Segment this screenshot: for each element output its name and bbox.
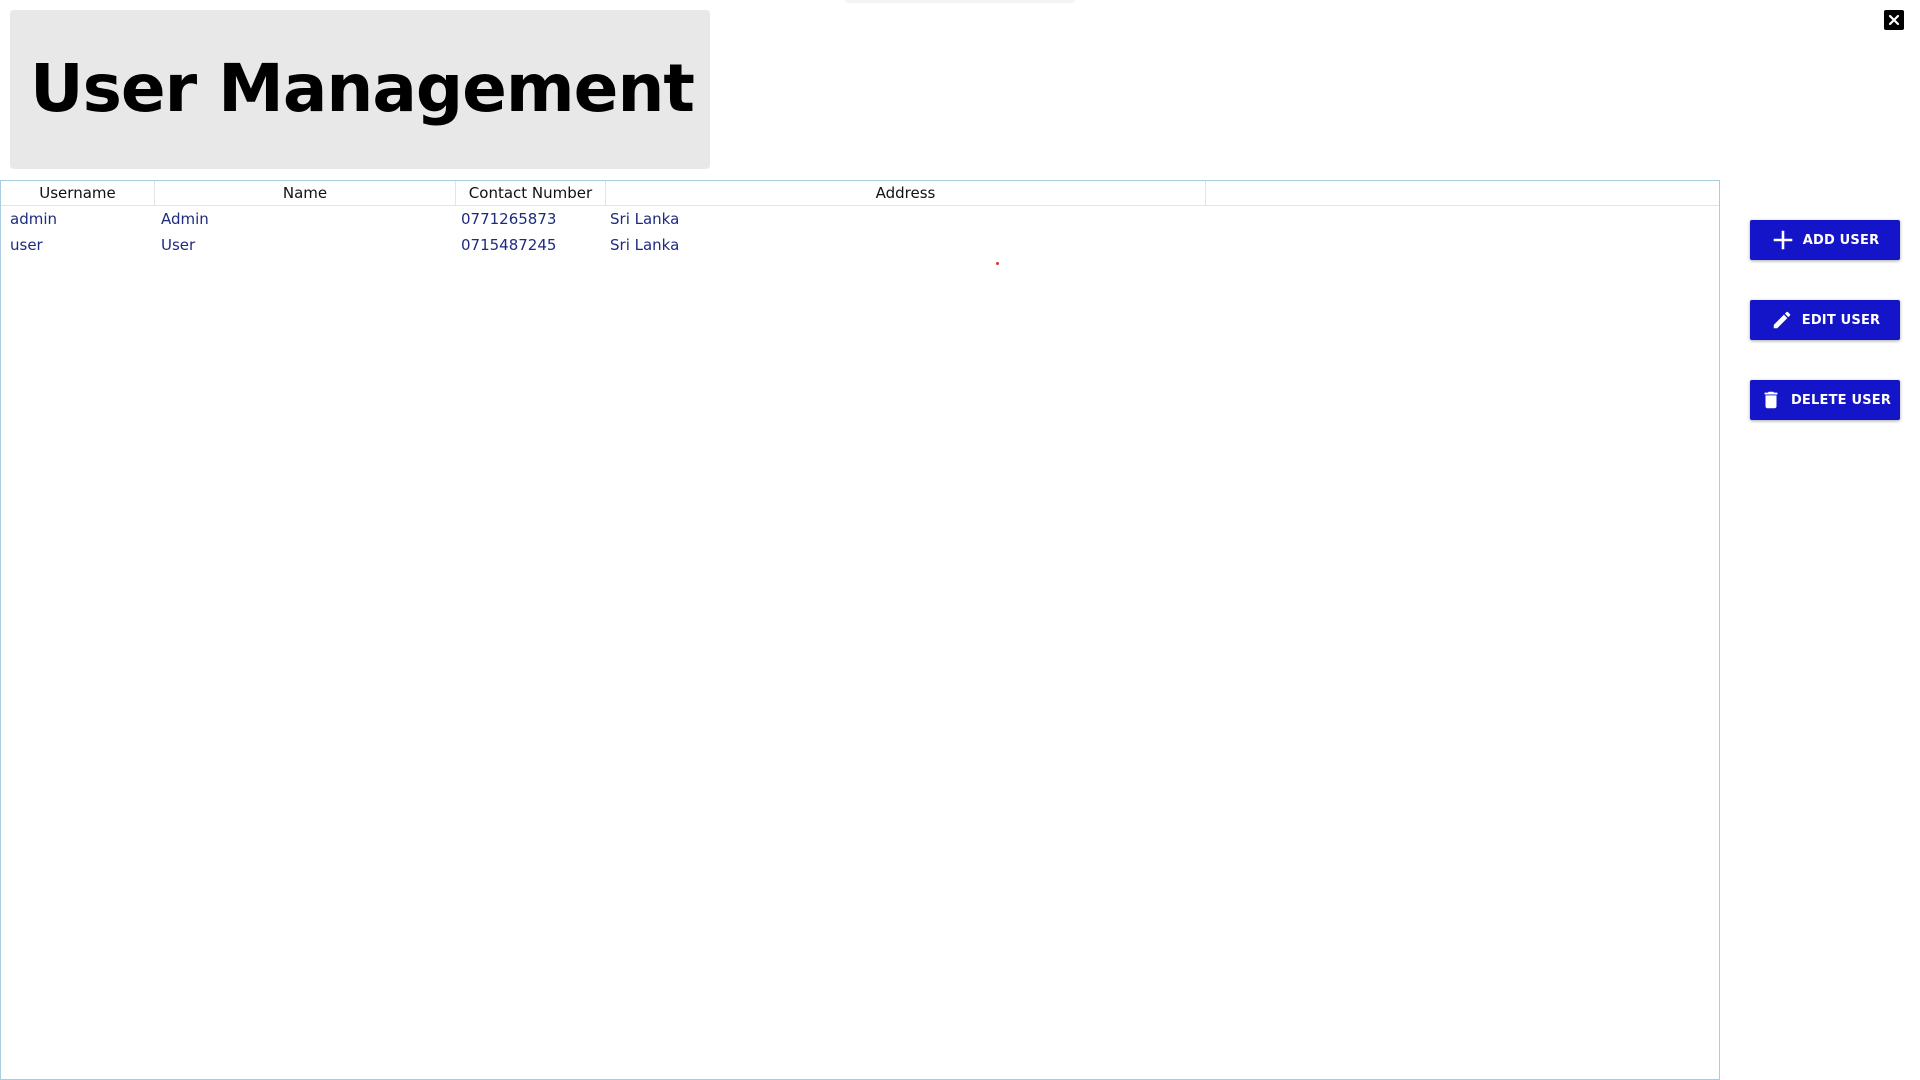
close-icon — [1888, 14, 1900, 26]
column-header-contact-number[interactable]: Contact Number — [456, 181, 606, 205]
cursor-dot — [996, 262, 999, 265]
table-header: Username Name Contact Number Address — [1, 181, 1719, 206]
cell-username: admin — [10, 210, 57, 228]
cell-name: Admin — [161, 210, 209, 228]
top-edge-handle — [845, 0, 1075, 3]
cell-username: user — [10, 236, 43, 254]
delete-user-label: DELETE USER — [1790, 392, 1892, 408]
page-title: User Management — [30, 50, 695, 127]
add-user-label: ADD USER — [1802, 232, 1880, 248]
edit-user-button[interactable]: EDIT USER — [1750, 300, 1900, 340]
trash-icon — [1759, 388, 1783, 412]
cell-name: User — [161, 236, 196, 254]
plus-icon — [1771, 228, 1795, 252]
column-header-username[interactable]: Username — [1, 181, 155, 205]
delete-user-button[interactable]: DELETE USER — [1750, 380, 1900, 420]
cell-contact-number: 0715487245 — [461, 236, 557, 254]
column-header-address[interactable]: Address — [606, 181, 1206, 205]
cell-address: Sri Lanka — [610, 236, 680, 254]
user-management-window: User Management Username Name Contact Nu… — [0, 0, 1920, 1080]
users-table[interactable]: Username Name Contact Number Address adm… — [0, 180, 1720, 1080]
table-row[interactable]: user User 0715487245 Sri Lanka — [1, 232, 1719, 258]
cell-contact-number: 0771265873 — [461, 210, 557, 228]
cell-address: Sri Lanka — [610, 210, 680, 228]
column-header-filler — [1206, 181, 1719, 205]
title-panel: User Management — [10, 10, 710, 169]
table-row[interactable]: admin Admin 0771265873 Sri Lanka — [1, 206, 1719, 232]
column-header-name[interactable]: Name — [155, 181, 456, 205]
edit-user-label: EDIT USER — [1801, 312, 1881, 328]
add-user-button[interactable]: ADD USER — [1750, 220, 1900, 260]
close-button[interactable] — [1884, 10, 1904, 30]
pencil-icon — [1770, 308, 1794, 332]
